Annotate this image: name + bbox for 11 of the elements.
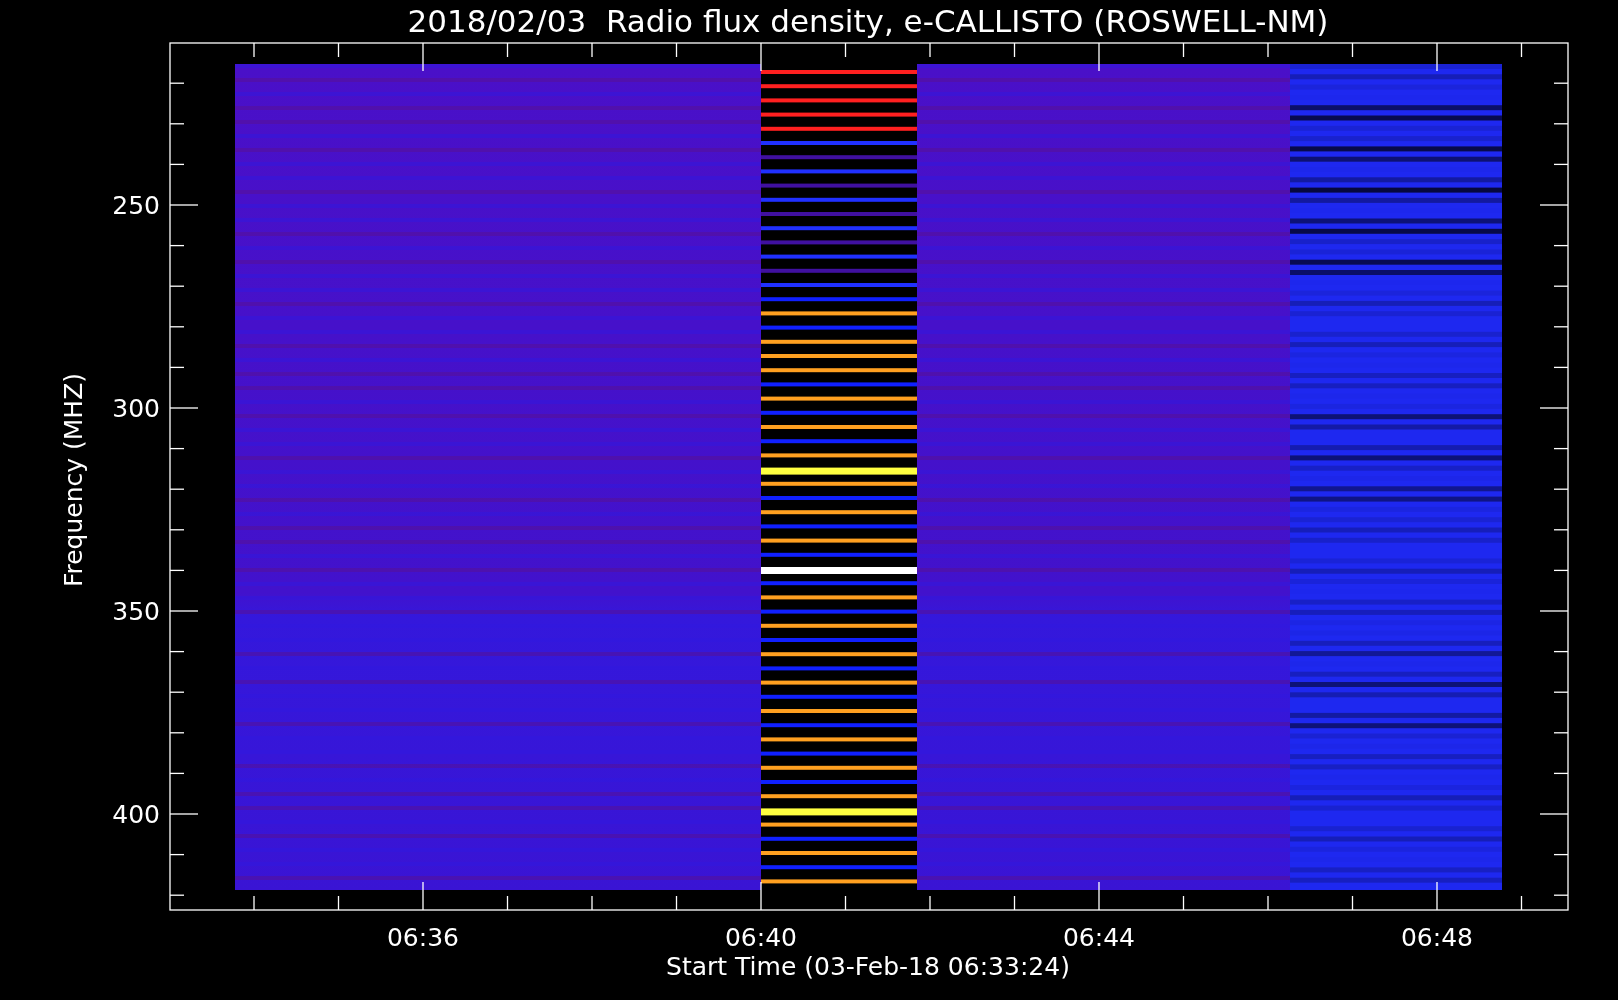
x-tick-label: 06:36	[387, 923, 459, 952]
x-axis-label: Start Time (03-Feb-18 06:33:24)	[666, 952, 1070, 981]
y-tick-label: 400	[112, 800, 160, 829]
x-tick-label: 06:44	[1063, 923, 1135, 952]
x-tick-label: 06:40	[725, 923, 797, 952]
x-tick-label: 06:48	[1401, 923, 1473, 952]
y-tick-label: 300	[112, 394, 160, 423]
y-axis-label: Frequency (MHZ)	[59, 372, 88, 588]
y-tick-label: 250	[112, 191, 160, 220]
y-tick-label: 350	[112, 597, 160, 626]
chart-title: 2018/02/03 Radio flux density, e-CALLISTO (ROSWELL-NM)	[407, 3, 1329, 39]
